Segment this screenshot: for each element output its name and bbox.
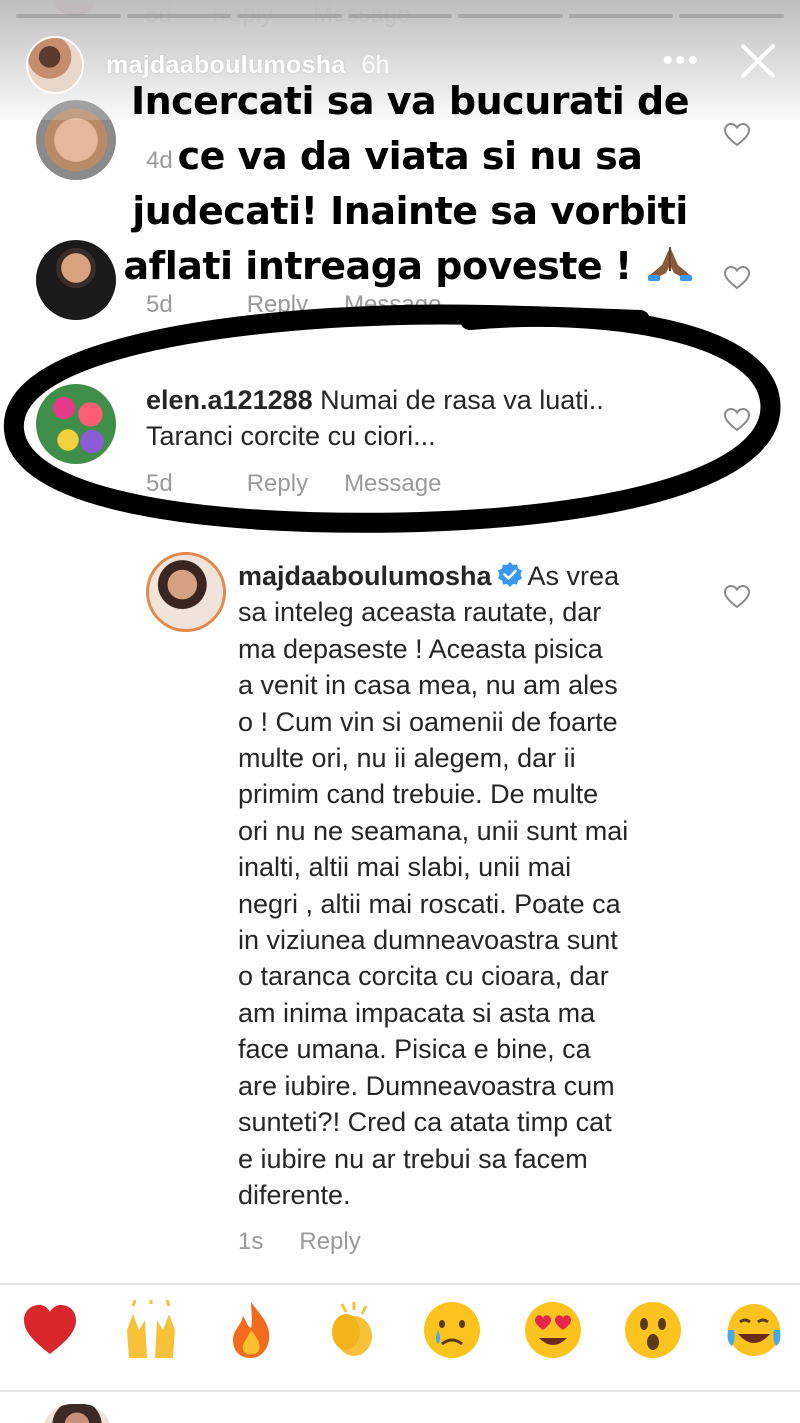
- comment-avatar-girl[interactable]: [36, 100, 116, 180]
- progress-segment: [16, 14, 121, 18]
- comment-text: elen.a121288 Numai de rasa va luati.. Ta…: [146, 382, 706, 455]
- like-heart-icon[interactable]: [723, 122, 751, 147]
- reply-username[interactable]: majdaaboulumosha: [238, 561, 492, 591]
- comment-avatar-flowers[interactable]: [36, 384, 116, 464]
- surprised-face-icon[interactable]: [623, 1300, 683, 1360]
- reply-line: multe ori, nu ii alegem, dar ii: [238, 743, 576, 774]
- story-avatar[interactable]: [26, 36, 84, 94]
- reply-line: sa inteleg aceasta rautate, dar: [238, 597, 602, 628]
- comment-meta: 5d Reply Message: [146, 291, 441, 319]
- reply-line: in viziunea dumneavoastra sunt: [238, 925, 618, 956]
- overlay-line: ce va da viata si nu sa: [177, 134, 643, 178]
- reply-line: sunteti?! Cred ca atata timp cat: [238, 1107, 612, 1138]
- reply-line: o ! Cum vin si oamenii de foarte: [238, 706, 618, 737]
- close-icon[interactable]: [736, 38, 780, 82]
- reply-time: 1s: [238, 1228, 264, 1255]
- overlay-line: judecati! Inainte sa vorbiti: [132, 189, 688, 233]
- reply-line: face umana. Pisica e bine, ca: [238, 1034, 591, 1065]
- overlay-line: aflati intreaga poveste !: [123, 244, 633, 288]
- message-link[interactable]: Message: [344, 470, 441, 498]
- reply-line: ma depaseste ! Aceasta pisica: [238, 633, 603, 664]
- reply-line: negri , altii mai roscati. Poate ca: [238, 888, 621, 919]
- like-heart-icon[interactable]: [723, 584, 751, 609]
- like-heart-icon[interactable]: [723, 407, 751, 432]
- verified-badge-icon: [497, 562, 522, 587]
- divider: [0, 1390, 800, 1392]
- reply-link[interactable]: Reply: [247, 291, 308, 319]
- red-heart-icon[interactable]: [20, 1300, 80, 1360]
- reply-line: a venit in casa mea, nu am ales: [238, 670, 618, 701]
- tears-of-joy-face-icon[interactable]: [724, 1300, 784, 1360]
- cropped-avatar: [42, 1404, 112, 1423]
- reply-line: e iubire nu ar trebui sa facem: [238, 1143, 588, 1174]
- progress-segment: [237, 14, 342, 18]
- reply-avatar[interactable]: [146, 552, 226, 632]
- progress-segment: [458, 14, 563, 18]
- comment-avatar-man[interactable]: [36, 240, 116, 320]
- comment-line-2: Taranci corcite cu ciori...: [146, 421, 436, 452]
- heart-eyes-face-icon[interactable]: [523, 1300, 583, 1360]
- reply-link[interactable]: Reply: [247, 470, 308, 498]
- fire-icon[interactable]: [221, 1300, 281, 1360]
- reply-meta: 1s Reply: [238, 1228, 361, 1256]
- reply-text: majdaaboulumosha As vrea sa inteleg aceas…: [238, 558, 698, 1213]
- reply-link[interactable]: Reply: [299, 1228, 360, 1256]
- reply-line: As vrea: [527, 561, 620, 591]
- progress-segment: [568, 14, 674, 18]
- raising-hands-icon[interactable]: [121, 1299, 181, 1360]
- reply-line: inalti, altii mai slabi, unii mai: [238, 852, 572, 883]
- story-overlay-text: Incercati sa va bucurati de ce va da via…: [120, 74, 700, 294]
- reply-line: primim cand trebuie. De multe: [238, 779, 599, 810]
- message-link[interactable]: Message: [344, 291, 441, 319]
- progress-segment: [347, 14, 453, 18]
- comment-time: 5d: [146, 470, 173, 497]
- comment-username[interactable]: elen.a121288: [146, 385, 313, 415]
- quick-reactions-bar: [20, 1299, 784, 1360]
- reply-line: am inima impacata si asta ma: [238, 997, 596, 1028]
- folded-hands-emoji-icon: [648, 247, 693, 281]
- crying-face-icon[interactable]: [422, 1300, 482, 1360]
- comment-meta: 5d Reply Message: [146, 470, 441, 498]
- comment-line-1: Numai de rasa va luati..: [320, 385, 604, 415]
- clapping-hands-icon[interactable]: [322, 1300, 382, 1360]
- reply-line: o taranca corcita cu cioara, dar: [238, 961, 609, 992]
- reply-line: are iubire. Dumneavoastra cum: [238, 1070, 615, 1101]
- progress-segment: [679, 14, 785, 18]
- reply-line: ori nu ne seamana, unii sunt mai: [238, 815, 629, 846]
- progress-segment: [126, 14, 232, 18]
- reply-line: diferente.: [238, 1179, 351, 1210]
- story-progress: [16, 14, 785, 18]
- overlay-line: Incercati sa va bucurati de: [130, 79, 690, 123]
- comment-time: 5d: [146, 291, 173, 318]
- like-heart-icon[interactable]: [723, 265, 751, 290]
- more-horizontal-icon[interactable]: •••: [662, 44, 700, 78]
- divider: [0, 1283, 800, 1285]
